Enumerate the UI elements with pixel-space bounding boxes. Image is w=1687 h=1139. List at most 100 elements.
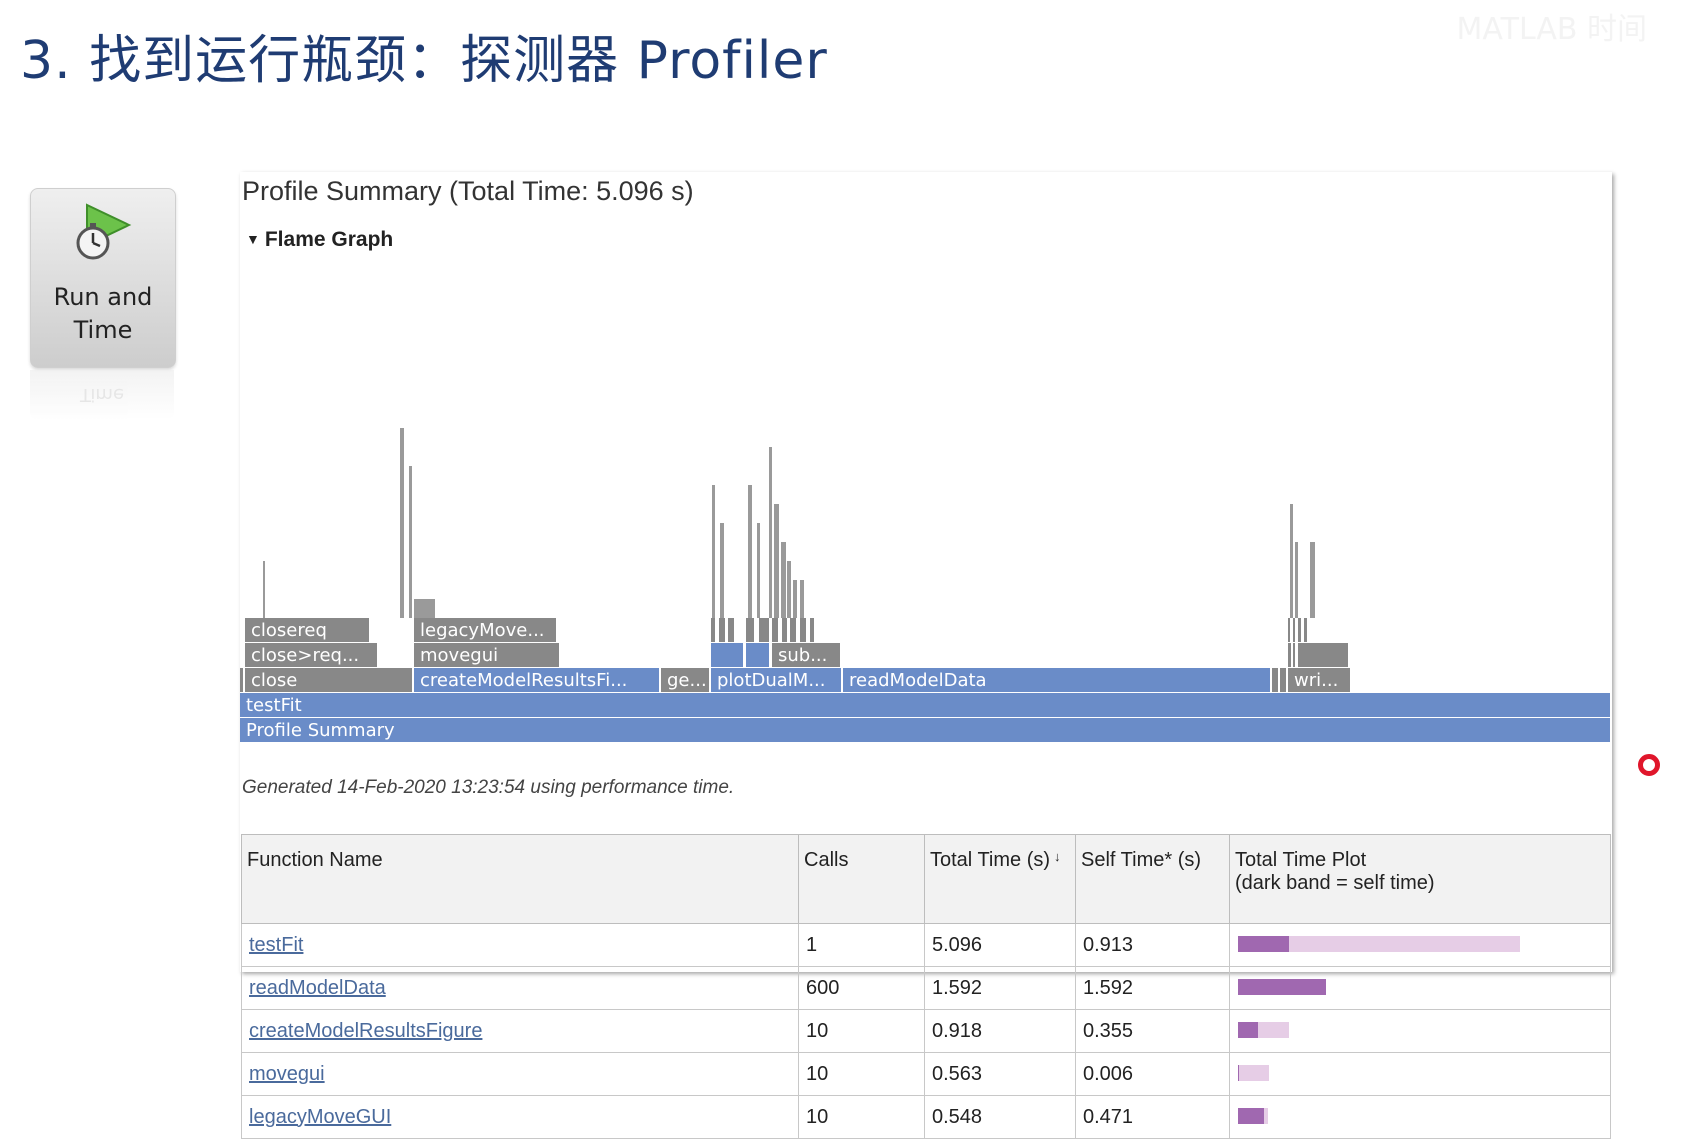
- self-time-bar: [1238, 1022, 1258, 1038]
- function-name-cell: createModelResultsFigure: [242, 1010, 799, 1053]
- flame-block-rect: [240, 718, 1610, 742]
- flame-block-rect: [1293, 643, 1295, 667]
- reflection-text: Time: [30, 384, 174, 405]
- flame-block-rect: [1288, 618, 1290, 642]
- flame-graph-toggle[interactable]: ▼Flame Graph: [246, 228, 393, 252]
- total-time-plot-cell: [1230, 1010, 1611, 1053]
- flame-spike[interactable]: [1290, 504, 1293, 618]
- slide-title: 3. 找到运行瓶颈：探测器 Profiler: [20, 18, 828, 93]
- function-link[interactable]: movegui: [249, 1063, 325, 1085]
- flame-block[interactable]: [810, 618, 814, 642]
- total-time-cell: 1.592: [925, 967, 1076, 1010]
- function-table: Function Name Calls Total Time (s)↓ Self…: [241, 834, 1611, 1139]
- flame-spike[interactable]: [800, 580, 804, 618]
- total-time-bar: [1238, 936, 1520, 952]
- flame-block[interactable]: [1293, 643, 1295, 667]
- flame-spike[interactable]: [414, 599, 435, 618]
- self-time-bar: [1238, 936, 1289, 952]
- flame-block-close-req[interactable]: close>req...: [245, 643, 377, 667]
- flame-block[interactable]: [1280, 668, 1286, 692]
- flame-block-closereq[interactable]: closereq: [245, 618, 369, 642]
- run-and-time-label-line2: Time: [31, 314, 175, 347]
- function-name-cell: legacyMoveGUI: [242, 1096, 799, 1139]
- report-title: Profile Summary (Total Time: 5.096 s): [242, 176, 694, 207]
- flame-graph[interactable]: Profile SummarytestFitclosecreateModelRe…: [240, 282, 1612, 757]
- col-total-time-plot: Total Time Plot (dark band = self time): [1230, 835, 1611, 924]
- flame-block[interactable]: [1288, 643, 1291, 667]
- col-total-time[interactable]: Total Time (s)↓: [925, 835, 1076, 924]
- flame-block-wri[interactable]: wri...: [1288, 668, 1350, 692]
- flame-spike[interactable]: [712, 485, 715, 618]
- flame-block-rect: [240, 693, 1610, 717]
- flame-block[interactable]: [759, 618, 769, 642]
- flame-block-movegui[interactable]: movegui: [414, 643, 559, 667]
- col-function-name[interactable]: Function Name: [242, 835, 799, 924]
- flame-spike[interactable]: [793, 580, 797, 618]
- flame-block-rect: [711, 618, 715, 642]
- flame-block[interactable]: [746, 643, 769, 667]
- flame-spike[interactable]: [748, 485, 752, 618]
- col-self-time[interactable]: Self Time* (s): [1076, 835, 1230, 924]
- flame-block-legacymove[interactable]: legacyMove...: [414, 618, 556, 642]
- flame-block-testfit[interactable]: testFit: [240, 693, 1610, 717]
- col-calls[interactable]: Calls: [799, 835, 925, 924]
- flame-block-rect: [728, 618, 734, 642]
- flame-block[interactable]: [790, 618, 796, 642]
- flame-spike[interactable]: [409, 466, 412, 618]
- flame-block[interactable]: [746, 618, 754, 642]
- flame-spike[interactable]: [263, 561, 265, 618]
- flame-block[interactable]: [1288, 618, 1290, 642]
- flame-block[interactable]: [782, 618, 787, 642]
- function-link[interactable]: testFit: [249, 934, 303, 956]
- flame-block-rect: [759, 618, 769, 642]
- flame-block-sub[interactable]: sub...: [772, 643, 840, 667]
- flame-block-ge[interactable]: ge...: [661, 668, 709, 692]
- flame-spike[interactable]: [1295, 542, 1298, 618]
- flame-block[interactable]: [711, 618, 715, 642]
- flame-spike[interactable]: [1312, 580, 1315, 618]
- plot-header-line2: (dark band = self time): [1235, 872, 1605, 895]
- flame-spike[interactable]: [720, 523, 724, 618]
- flame-spike[interactable]: [787, 561, 791, 618]
- flame-spike[interactable]: [769, 447, 772, 618]
- flame-block[interactable]: [711, 643, 743, 667]
- function-link[interactable]: legacyMoveGUI: [249, 1106, 391, 1128]
- total-time-plot-cell: [1230, 1053, 1611, 1096]
- flame-spike[interactable]: [757, 523, 760, 618]
- table-row: readModelData6001.5921.592: [242, 967, 1611, 1010]
- function-link[interactable]: createModelResultsFigure: [249, 1020, 482, 1042]
- flame-block-label: sub...: [778, 645, 827, 666]
- flame-block[interactable]: [728, 618, 734, 642]
- stopwatch-play-icon: [73, 201, 135, 263]
- flame-block[interactable]: [800, 618, 806, 642]
- flame-block[interactable]: [240, 668, 243, 692]
- flame-block[interactable]: [1298, 643, 1348, 667]
- flame-block[interactable]: [772, 618, 778, 642]
- flame-block-label: ge...: [667, 670, 707, 691]
- self-time-cell: 1.592: [1076, 967, 1230, 1010]
- flame-block-rect: [1293, 618, 1295, 642]
- flame-spike[interactable]: [400, 428, 404, 618]
- flame-block-rect: [1304, 618, 1307, 642]
- plot-header-line1: Total Time Plot: [1235, 849, 1605, 872]
- flame-spike[interactable]: [774, 504, 779, 618]
- flame-block[interactable]: [1298, 618, 1301, 642]
- flame-block-close[interactable]: close: [245, 668, 412, 692]
- function-link[interactable]: readModelData: [249, 977, 386, 999]
- flame-block[interactable]: [1293, 618, 1295, 642]
- flame-block[interactable]: [1304, 618, 1307, 642]
- flame-spike[interactable]: [781, 542, 786, 618]
- run-button-reflection: Time: [30, 370, 174, 420]
- flame-block-readmodeldata[interactable]: readModelData: [843, 668, 1270, 692]
- flame-block[interactable]: [719, 618, 725, 642]
- total-time-cell: 0.918: [925, 1010, 1076, 1053]
- run-and-time-button[interactable]: Run and Time: [30, 188, 176, 368]
- flame-block-profile-summary[interactable]: Profile Summary: [240, 718, 1610, 742]
- total-time-bar: [1238, 1065, 1269, 1081]
- table-header-row: Function Name Calls Total Time (s)↓ Self…: [242, 835, 1611, 924]
- flame-block-plotdualm[interactable]: plotDualM...: [711, 668, 841, 692]
- flame-block-createmodelresultsfi[interactable]: createModelResultsFi...: [414, 668, 659, 692]
- self-time-cell: 0.006: [1076, 1053, 1230, 1096]
- flame-block[interactable]: [1272, 668, 1278, 692]
- col-total-time-label: Total Time (s): [930, 849, 1050, 871]
